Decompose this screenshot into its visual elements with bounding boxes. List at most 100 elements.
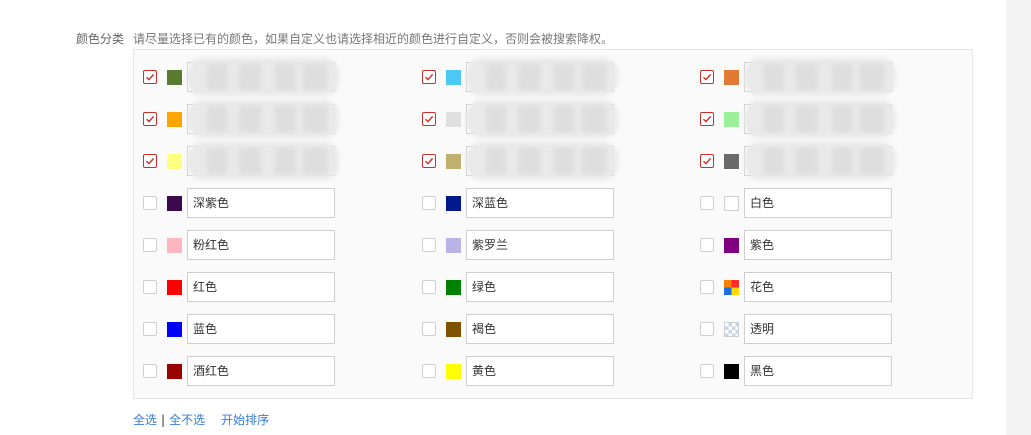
color-checkbox[interactable] xyxy=(422,322,436,336)
color-name-input[interactable]: 黄色 xyxy=(466,356,614,386)
color-row: 深紫色 深蓝色 白色 xyxy=(134,188,972,218)
color-name-input[interactable]: 深紫色 xyxy=(187,188,335,218)
color-swatch xyxy=(724,364,739,379)
color-checkbox[interactable] xyxy=(143,196,157,210)
color-swatch xyxy=(446,280,461,295)
color-option: 粉红色 xyxy=(143,230,343,260)
color-checkbox[interactable] xyxy=(700,112,714,126)
color-checkbox[interactable] xyxy=(143,238,157,252)
redaction-block xyxy=(518,64,540,90)
color-checkbox[interactable] xyxy=(422,238,436,252)
color-row: 蓝色 褐色 透明 xyxy=(134,314,972,344)
checkmark-icon xyxy=(425,157,434,165)
color-checkbox[interactable] xyxy=(143,70,157,84)
color-checkbox[interactable] xyxy=(700,238,714,252)
redaction-block xyxy=(860,106,884,132)
color-option xyxy=(700,142,900,180)
redaction-block xyxy=(303,148,327,174)
color-swatch xyxy=(446,364,461,379)
color-checkbox[interactable] xyxy=(422,154,436,168)
redaction-block xyxy=(207,106,227,132)
redacted-color-name xyxy=(187,58,339,96)
color-checkbox[interactable] xyxy=(422,364,436,378)
redaction-block xyxy=(486,106,506,132)
checkmark-icon xyxy=(703,73,712,81)
redaction-block xyxy=(239,148,261,174)
color-swatch xyxy=(446,70,461,85)
color-checkbox[interactable] xyxy=(422,196,436,210)
checkmark-icon xyxy=(703,157,712,165)
color-name-input[interactable]: 绿色 xyxy=(466,272,614,302)
redaction-block xyxy=(554,106,574,132)
color-checkbox[interactable] xyxy=(700,154,714,168)
color-checkbox[interactable] xyxy=(143,154,157,168)
color-name-input[interactable]: 酒红色 xyxy=(187,356,335,386)
redacted-color-name xyxy=(466,58,618,96)
select-none-link[interactable]: 全不选 xyxy=(169,413,205,427)
color-checkbox[interactable] xyxy=(143,112,157,126)
redaction-block xyxy=(796,106,818,132)
color-name-input[interactable]: 蓝色 xyxy=(187,314,335,344)
color-checkbox[interactable] xyxy=(700,280,714,294)
color-swatch xyxy=(446,322,461,337)
color-option: 紫色 xyxy=(700,230,900,260)
color-name-input[interactable]: 褐色 xyxy=(466,314,614,344)
color-name-input[interactable]: 粉红色 xyxy=(187,230,335,260)
color-name-input[interactable]: 紫色 xyxy=(744,230,892,260)
color-checkbox[interactable] xyxy=(422,112,436,126)
color-checkbox[interactable] xyxy=(700,322,714,336)
color-option xyxy=(143,100,343,138)
redaction-block xyxy=(582,148,606,174)
color-option: 花色 xyxy=(700,272,900,302)
color-swatch xyxy=(167,238,182,253)
color-swatch xyxy=(724,322,739,337)
color-checkbox[interactable] xyxy=(422,280,436,294)
color-swatch xyxy=(724,70,739,85)
color-name-input[interactable]: 白色 xyxy=(744,188,892,218)
redaction-block xyxy=(764,148,784,174)
color-name-input[interactable]: 透明 xyxy=(744,314,892,344)
checkmark-icon xyxy=(146,157,155,165)
redaction-block xyxy=(207,64,227,90)
checkmark-icon xyxy=(425,115,434,123)
color-checkbox[interactable] xyxy=(143,322,157,336)
color-option xyxy=(700,100,900,138)
link-separator: | xyxy=(161,413,166,427)
redaction-block xyxy=(554,64,574,90)
color-swatch xyxy=(167,154,182,169)
color-name-input[interactable]: 黑色 xyxy=(744,356,892,386)
redaction-block xyxy=(860,148,884,174)
checkmark-icon xyxy=(146,115,155,123)
redaction-block xyxy=(239,64,261,90)
color-options-panel: 深紫色 深蓝色 白色粉红色 紫罗兰 紫色红色 绿色 花色蓝色 褐色 透明酒红色 黄色 黑色 xyxy=(133,49,973,399)
color-option: 蓝色 xyxy=(143,314,343,344)
redaction-block xyxy=(860,64,884,90)
color-checkbox[interactable] xyxy=(700,70,714,84)
redaction-block xyxy=(275,64,295,90)
start-sort-link[interactable]: 开始排序 xyxy=(221,413,269,427)
redacted-color-name xyxy=(466,142,618,180)
color-checkbox[interactable] xyxy=(143,364,157,378)
redaction-block xyxy=(518,148,540,174)
redaction-block xyxy=(832,64,852,90)
redaction-block xyxy=(275,148,295,174)
redacted-color-name xyxy=(466,100,618,138)
redacted-color-name xyxy=(744,58,896,96)
color-checkbox[interactable] xyxy=(700,196,714,210)
color-name-input[interactable]: 紫罗兰 xyxy=(466,230,614,260)
color-name-input[interactable]: 深蓝色 xyxy=(466,188,614,218)
checkmark-icon xyxy=(425,73,434,81)
color-checkbox[interactable] xyxy=(700,364,714,378)
checkmark-icon xyxy=(146,73,155,81)
redacted-color-name xyxy=(187,100,339,138)
redaction-block xyxy=(764,64,784,90)
color-swatch xyxy=(724,112,739,127)
color-name-input[interactable]: 红色 xyxy=(187,272,335,302)
color-swatch xyxy=(724,154,739,169)
color-checkbox[interactable] xyxy=(422,70,436,84)
select-all-link[interactable]: 全选 xyxy=(133,413,157,427)
color-name-input[interactable]: 花色 xyxy=(744,272,892,302)
redacted-color-name xyxy=(187,142,339,180)
redaction-block xyxy=(239,106,261,132)
color-checkbox[interactable] xyxy=(143,280,157,294)
